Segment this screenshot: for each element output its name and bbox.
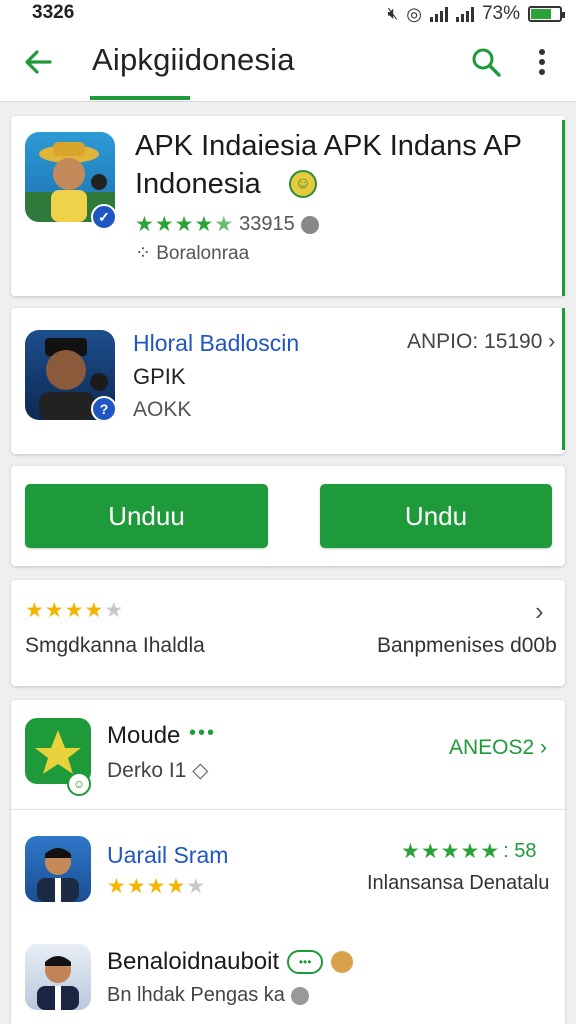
status-bar: 3326 🔇︎ ◎ 73% [0, 0, 576, 26]
rating-card[interactable]: ★ ★ ★ ★ ★ › Smgdkanna Ihaldla Banpmenises d0… [11, 580, 565, 686]
card-accent-bar [562, 308, 565, 450]
star-icon: ★ [64, 599, 84, 622]
list-item-name: Benaloidnauboit ••• [107, 948, 354, 976]
star-icon: ★ [440, 840, 460, 863]
star-icon: ★ [135, 213, 154, 236]
chevron-right-icon: › [548, 330, 556, 353]
second-app-meta[interactable]: ANPIO: 15190 › [407, 330, 555, 354]
mute-icon: 🔇︎ [387, 4, 399, 23]
star-icon: ★ [107, 875, 126, 898]
featured-title-line1: APK Indaiesia APK Indans AP [135, 130, 522, 162]
second-app-card[interactable]: ? Hloral Badloscin ANPIO: 15190 › GPIK A… [11, 308, 565, 454]
battery-icon [528, 6, 565, 22]
app-bar-title: Aipkgiidonesia [92, 42, 295, 77]
list-item-extra: ••• [189, 722, 217, 744]
star-icon: ★ [44, 599, 64, 622]
thumb-icon [331, 951, 354, 973]
app-bar: Aipkgiidonesia [0, 26, 576, 102]
avatar [25, 836, 91, 902]
star-icon: ★ [146, 875, 166, 898]
second-app-line3: AOKK [133, 398, 192, 421]
name-text: Benaloidnauboit [107, 948, 280, 975]
sub-text: Bn lhdak Pengas ka [107, 984, 285, 1006]
signal2-icon [455, 6, 474, 22]
star-icon: ★ [186, 875, 206, 898]
featured-app-card[interactable]: ✓ APK Indaiesia APK Indans AP Indonesia … [11, 116, 565, 296]
status-icons: 🔇︎ ◎ 73% [387, 3, 565, 25]
rating-right-text: Banpmenises d00b [377, 634, 557, 657]
download-button-right[interactable]: Undu [320, 484, 552, 548]
wifi-icon: ◎ [406, 3, 422, 24]
featured-subtitle: ⁘ Boralonraa [135, 243, 250, 264]
star-icon: ★ [84, 599, 104, 622]
star-icon: ★ [460, 840, 480, 863]
verified-badge-icon: ✓ [91, 204, 117, 230]
star-icon: ★ [166, 875, 186, 898]
list-item-action[interactable]: ANEOS2 › [449, 736, 547, 760]
app-list-card: ☺ Moude ••• Derko I1 ◇ ANEOS2 › Uarail S… [11, 700, 565, 1024]
rating-number: : 58 [503, 840, 537, 862]
list-item[interactable]: Benaloidnauboit ••• Bn lhdak Pengas ka [11, 920, 565, 1024]
list-item-name: Moude [107, 722, 181, 749]
chevron-right-icon[interactable]: › [535, 596, 544, 627]
battery-percent: 73% [481, 3, 520, 24]
star-icon: ★ [154, 213, 174, 236]
star-icon: ★ [174, 213, 194, 236]
search-icon[interactable] [468, 44, 504, 80]
rating-stars: ★ ★ ★ ★ ★ [401, 841, 499, 862]
list-item[interactable]: ☺ Moude ••• Derko I1 ◇ ANEOS2 › [11, 700, 565, 810]
list-item-right-sub: Inlansansa Denatalu [367, 872, 550, 894]
signal-icon [429, 6, 448, 22]
second-app-name[interactable]: Hloral Badloscin [133, 330, 299, 357]
diamond-icon: ◇ [192, 759, 209, 782]
chevron-right-icon: › [540, 736, 548, 759]
meta-text: ANPIO: 15190 [407, 330, 543, 353]
star-icon: ★ [104, 599, 124, 622]
verified-badge-icon: ? [91, 396, 117, 422]
card-accent-bar [562, 120, 565, 296]
list-item-name: Uarail Sram [107, 842, 229, 868]
actions-card: Unduu Undu [11, 466, 565, 566]
more-options-icon[interactable] [530, 44, 554, 80]
review-bubble-icon [300, 215, 319, 234]
chat-bubble-icon: ••• [287, 950, 324, 974]
avatar [25, 944, 91, 1010]
star-icon: ★ [401, 840, 420, 863]
second-app-line2: GPIK [133, 364, 186, 389]
featured-title-line2: Indonesia [135, 168, 261, 200]
tab-indicator [90, 96, 190, 100]
rating-count: 33915 [239, 213, 295, 235]
list-item-right-rating: ★ ★ ★ ★ ★ : 58 [401, 840, 537, 863]
star-icon: ★ [126, 875, 146, 898]
app-badge-icon: ☺ [67, 772, 91, 796]
rating-row: ★ ★ ★ ★ ★ 33915 [135, 213, 319, 236]
rating-left-text: Smgdkanna Ihaldla [25, 634, 205, 657]
rating-stars: ★ ★ ★ ★ ★ [25, 600, 123, 621]
rating-stars: ★ ★ ★ ★ ★ [135, 214, 233, 235]
review-bubble-icon [290, 986, 309, 1005]
star-icon: ★ [194, 213, 214, 236]
list-item-sub: Derko I1 ◇ [107, 758, 208, 783]
smiley-icon: ☺ [289, 170, 317, 198]
star-icon: ★ [25, 599, 44, 622]
star-icon: ★ [214, 213, 234, 236]
star-icon: ★ [420, 840, 440, 863]
list-item-sub: Bn lhdak Pengas ka [107, 984, 309, 1007]
action-text: ANEOS2 [449, 736, 535, 759]
list-item[interactable]: Uarail Sram ★ ★ ★ ★ ★ ★ ★ ★ ★ ★ : 58 Inlansansa … [11, 810, 565, 920]
status-time: 3326 [32, 2, 75, 23]
rating-stars: ★ ★ ★ ★ ★ [107, 876, 205, 897]
download-button-left[interactable]: Unduu [25, 484, 268, 548]
back-arrow-icon[interactable] [20, 44, 56, 80]
star-icon: ★ [480, 840, 500, 863]
sub-text: Derko I1 [107, 759, 187, 782]
